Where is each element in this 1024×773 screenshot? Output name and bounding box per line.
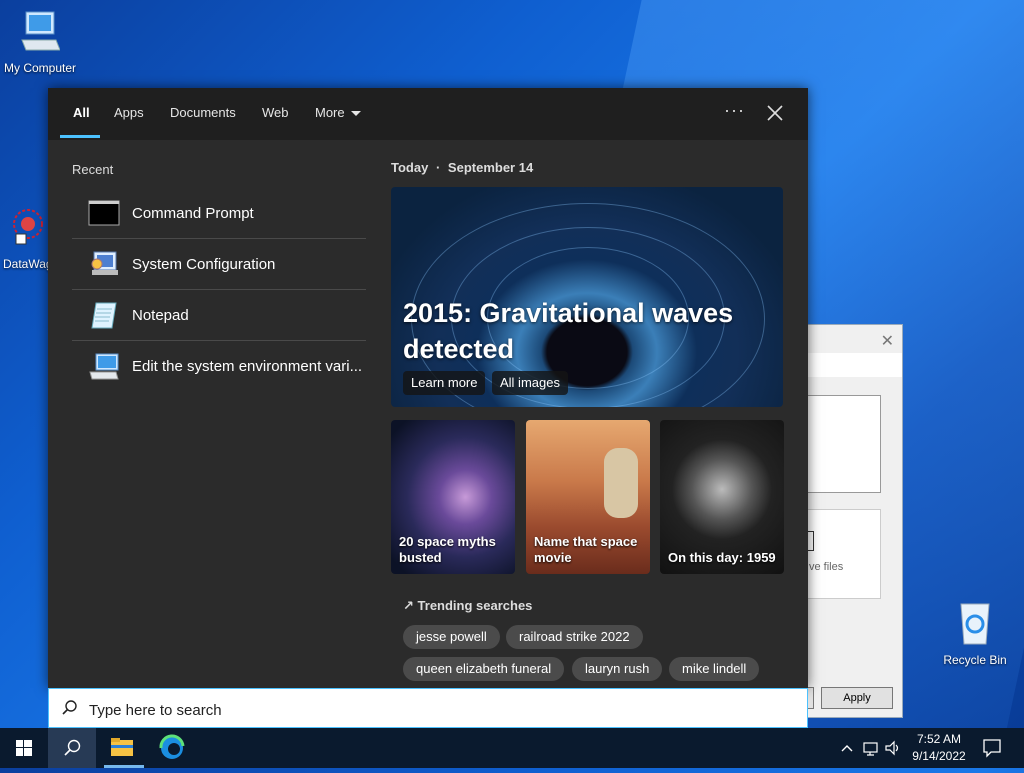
tab-web[interactable]: Web [262,105,289,120]
system-properties-icon [88,352,120,380]
dialog-checkbox[interactable] [807,531,814,551]
show-hidden-icons[interactable] [840,738,854,761]
tab-documents[interactable]: Documents [170,105,236,120]
desktop-icon-my-computer[interactable]: My Computer [0,10,80,75]
recent-heading: Recent [72,162,114,177]
search-input[interactable] [87,698,791,722]
dialog-files-text: ve files [809,561,844,573]
recent-item-label: System Configuration [132,256,276,273]
taskbar-search-button[interactable] [48,728,96,768]
dialog-tab-strip [807,353,902,377]
network-icon [863,742,878,756]
clock-date: 9/14/2022 [912,749,966,763]
recent-item-label: Command Prompt [132,205,254,222]
tab-all[interactable]: All [73,105,90,120]
trending-chip[interactable]: lauryn rush [572,657,663,681]
tab-more-label: More [315,105,345,120]
today-label: Today [391,160,429,175]
system-configuration-icon [88,250,120,278]
trending-chip[interactable]: queen elizabeth funeral [403,657,565,681]
card-space-myths[interactable]: 20 space myths busted [391,420,515,574]
more-options-icon[interactable]: ··· [724,100,745,121]
today-date: September 14 [447,160,534,175]
card-space-movie[interactable]: Name that space movie [526,420,650,574]
file-explorer-icon [111,738,133,756]
trending-chip[interactable]: jesse powell [403,625,500,649]
chevron-up-icon [841,745,853,752]
astronaut-image [604,448,638,518]
action-center-button[interactable] [982,737,1002,762]
card-caption: On this day: 1959 [668,550,776,565]
dialog-group-box [807,509,881,599]
network-tray-button[interactable] [862,738,880,761]
taskbar: 7:52 AM 9/14/2022 [0,728,1024,768]
tab-more[interactable]: More [315,105,361,120]
trending-chip[interactable]: mike lindell [669,657,760,681]
recent-item-system-configuration[interactable]: System Configuration [72,239,366,290]
recent-item-command-prompt[interactable]: Command Prompt [72,188,366,239]
card-caption: 20 space myths busted [399,534,496,565]
today-separator: · [435,160,441,175]
search-icon [64,739,81,756]
clock-time: 7:52 AM [916,732,962,746]
today-heading: Today · September 14 [391,160,533,175]
search-panel: All Apps Documents Web More ··· Recent C… [48,88,808,688]
all-images-button[interactable]: All images [492,371,568,395]
computer-icon [0,10,80,57]
active-tab-indicator [60,135,100,138]
recent-item-notepad[interactable]: Notepad [72,290,366,341]
windows-logo-icon [16,740,32,756]
start-button[interactable] [0,728,48,768]
desktop-icon-recycle-bin[interactable]: Recycle Bin [935,600,1015,667]
hero-title: 2015: Gravitational waves detected [403,298,734,364]
desktop-icon-label: My Computer [3,61,77,75]
taskbar-file-explorer[interactable] [98,728,146,768]
card-on-this-day[interactable]: On this day: 1959 [660,420,784,574]
tab-apps[interactable]: Apps [114,105,144,120]
dialog-list-box [807,395,881,493]
taskbar-clock[interactable]: 7:52 AM 9/14/2022 [898,731,980,765]
close-icon[interactable]: ✕ [881,331,894,351]
trending-chip[interactable]: railroad strike 2022 [506,625,643,649]
trending-arrow-icon: ↗ [403,598,414,613]
card-caption: Name that space movie [534,534,638,565]
recent-item-label: Edit the system environment vari... [132,358,363,375]
search-tabs: All Apps Documents Web More ··· [48,88,808,140]
trending-title: Trending searches [417,598,533,613]
taskbar-edge[interactable] [148,728,196,768]
background-dialog: ✕ ve files Apply [806,324,903,718]
recycle-bin-icon [935,600,1015,649]
command-prompt-icon [88,199,120,227]
notepad-icon [88,301,120,329]
apply-button[interactable]: Apply [821,687,893,709]
chevron-down-icon [350,111,361,117]
desktop-icon-label: Recycle Bin [943,653,1007,667]
learn-more-button[interactable]: Learn more [403,371,486,395]
edge-icon [159,734,185,759]
recent-item-label: Notepad [132,307,189,324]
search-box[interactable] [48,688,808,728]
hero-card[interactable]: 2015: Gravitational waves detected Learn… [391,187,783,407]
close-icon[interactable] [764,102,786,124]
dialog-button[interactable] [807,687,814,709]
trending-heading: ↗ Trending searches [403,598,532,614]
search-icon [61,699,79,722]
notifications-icon [983,739,1001,758]
recent-item-environment-variables[interactable]: Edit the system environment vari... [72,341,366,391]
